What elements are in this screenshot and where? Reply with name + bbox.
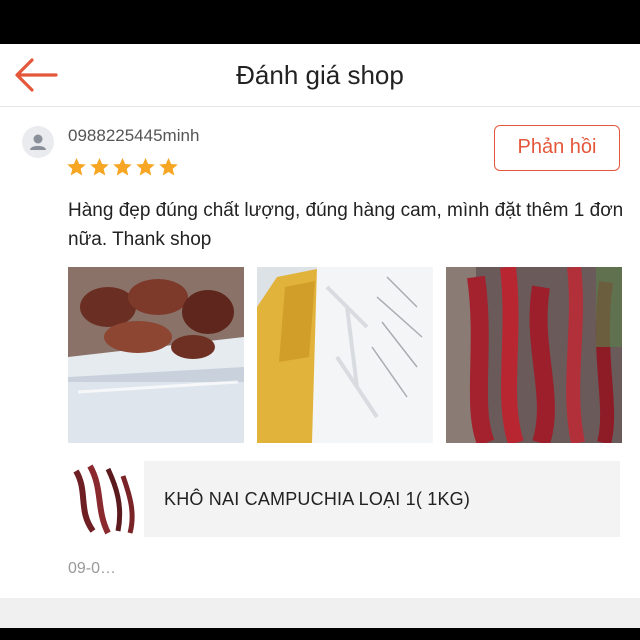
star-icon <box>136 157 155 176</box>
product-thumbnail <box>68 461 144 537</box>
back-button[interactable] <box>12 56 58 94</box>
page-title: Đánh giá shop <box>236 60 404 90</box>
reply-button[interactable]: Phản hồi <box>494 125 620 171</box>
reviewer-username: 0988225445minh <box>68 126 200 145</box>
status-bar <box>0 0 640 44</box>
star-icon <box>113 157 132 176</box>
star-icon <box>90 157 109 176</box>
avatar <box>22 126 54 158</box>
review-photo-1[interactable] <box>68 267 244 443</box>
review-text: Hàng đẹp đúng chất lượng, đúng hàng cam,… <box>68 200 624 250</box>
product-card[interactable]: KHÔ NAI CAMPUCHIA LOẠI 1( 1KG) <box>68 461 620 537</box>
footer-strip <box>0 598 640 628</box>
review-photo-3[interactable] <box>446 267 622 443</box>
review-photo-2[interactable] <box>257 267 433 443</box>
user-icon <box>30 134 46 150</box>
star-icon <box>159 157 178 176</box>
star-rating <box>66 156 179 182</box>
product-name: KHÔ NAI CAMPUCHIA LOẠI 1( 1KG) <box>164 489 471 509</box>
header: Đánh giá shop <box>0 44 640 107</box>
review-date: 09-0… <box>68 560 117 577</box>
star-icon <box>67 157 86 176</box>
bottom-bar <box>0 628 640 640</box>
arrow-left-icon <box>15 58 58 92</box>
